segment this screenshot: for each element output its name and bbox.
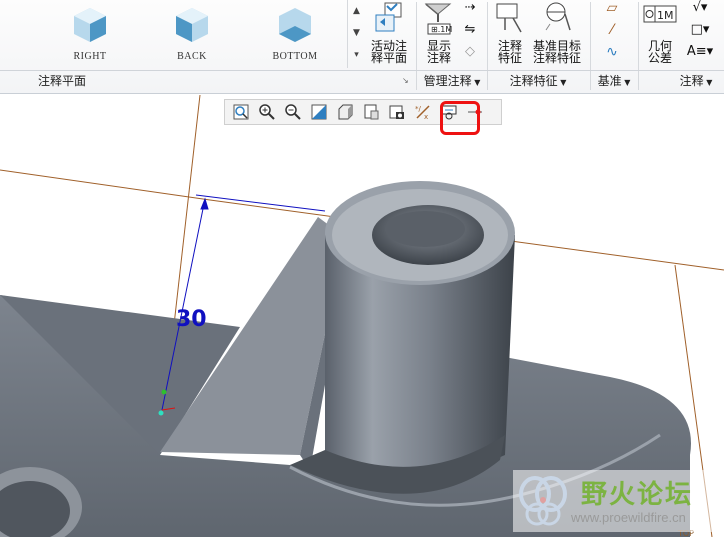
- note-icon[interactable]: A≡▾: [680, 45, 720, 68]
- highlight-box: [440, 101, 480, 135]
- saved-orientations-icon[interactable]: [359, 101, 383, 123]
- view-right-label: RIGHT: [73, 51, 107, 62]
- view-back-button[interactable]: BACK: [142, 0, 242, 68]
- repaint-icon[interactable]: [307, 101, 331, 123]
- chevron-down-icon: ▼: [703, 78, 713, 87]
- group-manage-annotations-label: 管理注释: [423, 74, 472, 88]
- show-annotation-label: 显示 注释: [426, 39, 451, 65]
- view-right-button[interactable]: RIGHT: [40, 0, 140, 68]
- active-annotation-plane-label: 活动注 释平面: [370, 39, 407, 65]
- watermark-title: 野火论坛: [581, 480, 694, 510]
- group-annotation-features-label: 注释特征: [509, 74, 558, 88]
- zoom-out-icon[interactable]: [281, 101, 305, 123]
- group-manage-annotations[interactable]: 管理注释 ▼: [416, 72, 488, 90]
- geometric-tolerance-icon: 1M: [643, 5, 677, 23]
- datum-target-icon: [545, 2, 571, 31]
- scroll-down-icon[interactable]: ▼: [348, 22, 365, 44]
- datum-target-feature-button[interactable]: 基准目标 注释特征: [530, 0, 584, 64]
- svg-text:*/: */: [415, 105, 422, 113]
- view-back-label: BACK: [177, 51, 207, 62]
- group-annotation-features[interactable]: 注释特征 ▼: [498, 72, 578, 90]
- ribbon: RIGHT BACK BOTTOM ▲ ▼ ▾ 活动注 释平面 ⊞.1M 显示 …: [0, 0, 724, 94]
- datum-small-tools: ▱ ⁄ ∿: [598, 1, 626, 68]
- svg-text:1M: 1M: [657, 9, 674, 22]
- datum-target-feature-label: 基准目标 注释特征: [532, 39, 581, 65]
- surface-finish-icon[interactable]: √▾: [680, 1, 720, 24]
- dialog-launcher-icon[interactable]: ↘: [402, 76, 409, 85]
- datum-curve-icon[interactable]: ∿: [598, 45, 626, 68]
- geometric-tolerance-label: 几何 公差: [647, 39, 672, 65]
- svg-text:⊞.1M: ⊞.1M: [431, 25, 452, 34]
- datum-axis-icon[interactable]: ⁄: [598, 23, 626, 46]
- group-annotation[interactable]: 注释 ▼: [668, 72, 724, 90]
- annotation-plane-icon: [375, 2, 402, 32]
- zoom-in-icon[interactable]: [255, 101, 279, 123]
- symbol-icon[interactable]: □▾: [680, 23, 720, 46]
- group-annotation-label: 注释: [679, 74, 704, 88]
- chevron-down-icon: ▼: [557, 78, 567, 87]
- gallery-scroller[interactable]: ▲ ▼ ▾: [347, 0, 365, 68]
- watermark: 野火论坛 www.proewildfire.cn: [513, 470, 713, 532]
- gallery-expand-icon[interactable]: ▾: [348, 44, 365, 66]
- view-bottom-button[interactable]: BOTTOM: [245, 0, 345, 68]
- group-annotation-plane: 注释平面: [0, 72, 124, 90]
- cube-back-icon: [176, 8, 208, 42]
- erase-annotation-icon[interactable]: ◇: [458, 45, 482, 68]
- show-annotation-button[interactable]: ⊞.1M 显示 注释: [420, 0, 458, 64]
- watermark-url: www.proewildfire.cn: [571, 510, 686, 525]
- show-annotation-icon: ⊞.1M: [424, 3, 452, 35]
- group-datum-label: 基准: [597, 74, 622, 88]
- svg-text:x: x: [424, 113, 428, 121]
- graphics-viewport[interactable]: 30 TOP */x 野火论坛 www.proewildfire.cn: [0, 95, 724, 537]
- chevron-down-icon: ▼: [471, 78, 481, 87]
- cube-bottom-icon: [279, 8, 311, 42]
- datum-display-icon[interactable]: */x: [411, 101, 435, 123]
- move-annotation-icon[interactable]: ⇢: [458, 1, 482, 24]
- active-annotation-plane-button[interactable]: 活动注 释平面: [368, 0, 410, 64]
- graphics-toolbar: */x: [224, 99, 502, 135]
- scroll-up-icon[interactable]: ▲: [348, 0, 365, 22]
- annotation-small-tools: ⇢ ⇋ ◇: [458, 1, 482, 68]
- datum-plane-icon[interactable]: ▱: [598, 1, 626, 24]
- view-bottom-label: BOTTOM: [272, 51, 318, 62]
- view-manager-icon[interactable]: [385, 101, 409, 123]
- group-datum[interactable]: 基准 ▼: [590, 72, 638, 90]
- cube-right-icon: [74, 8, 106, 42]
- refit-icon[interactable]: [229, 101, 253, 123]
- butterfly-logo-icon: [519, 476, 567, 526]
- dimension-value[interactable]: 30: [176, 307, 207, 332]
- group-annotation-plane-label: 注释平面: [37, 74, 86, 88]
- annotation-feature-label: 注释 特征: [497, 39, 522, 65]
- annotation-feature-button[interactable]: 注释 特征: [492, 0, 528, 64]
- annotation-small-tools-2: √▾ □▾ A≡▾: [680, 1, 720, 68]
- chevron-down-icon: ▼: [621, 78, 631, 87]
- annotation-feature-icon: [496, 3, 522, 33]
- reorder-annotation-icon[interactable]: ⇋: [458, 23, 482, 46]
- display-style-icon[interactable]: [333, 101, 357, 123]
- geometric-tolerance-button[interactable]: 1M 几何 公差: [642, 0, 678, 64]
